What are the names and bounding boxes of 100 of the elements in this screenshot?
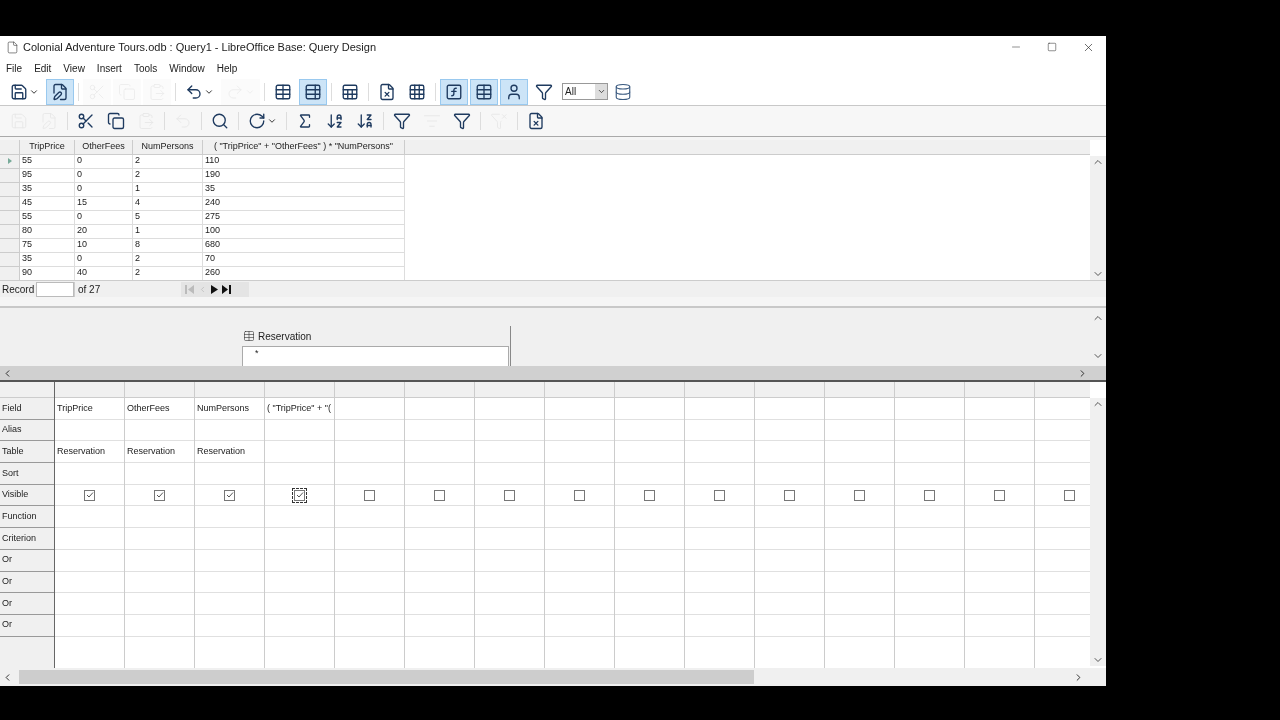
row-label[interactable]: Or: [0, 571, 54, 594]
table-cell: 55: [20, 210, 75, 225]
row-label[interactable]: Alias: [0, 419, 54, 442]
cut-icon: [77, 112, 95, 130]
checkbox[interactable]: [154, 489, 165, 501]
first-icon: [185, 284, 194, 294]
document-delete-icon: [527, 112, 545, 130]
table-cell: 95: [20, 168, 75, 183]
horizontal-scrollbar[interactable]: [0, 366, 1106, 380]
row-label[interactable]: Or: [0, 614, 54, 637]
toolbar-button[interactable]: [299, 78, 327, 105]
toolbar-button[interactable]: [500, 78, 528, 105]
save-icon: [10, 82, 28, 101]
toolbar-button[interactable]: [470, 78, 498, 105]
vertical-scrollbar[interactable]: [1090, 156, 1106, 280]
menu-item[interactable]: Edit: [34, 60, 52, 76]
last-icon: [222, 284, 231, 294]
field-cell[interactable]: TripPrice: [57, 401, 93, 416]
checkmark-icon: [85, 491, 94, 500]
checkmark-icon: [225, 491, 234, 500]
table-window[interactable]: Reservation *: [241, 326, 511, 366]
table-cell: 70: [203, 252, 405, 267]
row-label[interactable]: Visible: [0, 484, 54, 507]
row-label[interactable]: Table: [0, 441, 54, 464]
checkbox[interactable]: [994, 489, 1005, 501]
horizontal-scrollbar[interactable]: [0, 668, 1106, 686]
checkbox[interactable]: [854, 489, 865, 501]
table-cell: 1: [133, 224, 203, 239]
record-navigation[interactable]: [181, 281, 249, 297]
window-title: Colonial Adventure Tours.odb : Query1 - LibreOffice Base: Query Design: [23, 39, 376, 55]
checkbox[interactable]: [644, 489, 655, 501]
table-cell: 2: [133, 168, 203, 183]
table-edit-icon: [341, 82, 359, 101]
menu-item[interactable]: Window: [169, 60, 205, 76]
table-cell[interactable]: Reservation: [197, 444, 246, 459]
checkbox[interactable]: [434, 489, 445, 501]
table-cell: 35: [203, 182, 405, 197]
table-cell: 1: [133, 182, 203, 197]
checkbox[interactable]: [924, 489, 935, 501]
row-label[interactable]: Or: [0, 549, 54, 572]
table-cell: 240: [203, 196, 405, 211]
table-title: Reservation: [258, 329, 312, 344]
table-cell: 20: [75, 224, 133, 239]
limit-dropdown[interactable]: All: [562, 83, 608, 100]
document-delete-icon: [378, 82, 396, 101]
checkbox[interactable]: [84, 489, 95, 501]
checkbox[interactable]: [1064, 489, 1075, 501]
column-header[interactable]: NumPersons: [133, 140, 203, 154]
row-label[interactable]: Function: [0, 506, 54, 529]
field-cell[interactable]: ( "TripPrice" + "(: [267, 401, 331, 416]
toolbar-button[interactable]: [440, 78, 468, 105]
record-field[interactable]: [36, 281, 74, 297]
table-cell: 0: [75, 154, 133, 169]
row-label[interactable]: Sort: [0, 463, 54, 485]
current-row-icon: [8, 158, 12, 164]
row-label[interactable]: Criterion: [0, 528, 54, 550]
column-header[interactable]: TripPrice: [20, 140, 75, 154]
previous-icon: [198, 284, 207, 294]
table-cell: 55: [20, 154, 75, 169]
checkbox[interactable]: [364, 489, 375, 501]
checkbox[interactable]: [504, 489, 515, 501]
copy-icon: [107, 112, 125, 130]
sort-ascending-icon: [326, 112, 344, 130]
record-label: Record: [1, 282, 36, 297]
table-cell: 2: [133, 252, 203, 267]
table-cell[interactable]: Reservation: [57, 444, 106, 459]
checkbox[interactable]: [574, 489, 585, 501]
edit-icon: [51, 82, 69, 101]
table-cell: 45: [20, 196, 75, 211]
checkmark-icon: [295, 491, 304, 500]
column-header[interactable]: OtherFees: [75, 140, 133, 154]
checkbox[interactable]: [294, 489, 305, 501]
table-cell: 0: [75, 182, 133, 197]
row-label[interactable]: Or: [0, 593, 54, 615]
table-cell: 2: [133, 154, 203, 169]
menu-item[interactable]: Help: [216, 60, 238, 76]
caret-icon: [596, 87, 606, 96]
undo-icon: [185, 82, 203, 101]
checkbox[interactable]: [224, 489, 235, 501]
vertical-scrollbar[interactable]: [1090, 398, 1106, 666]
table-icon: [304, 82, 322, 101]
checkbox[interactable]: [714, 489, 725, 501]
table-cell[interactable]: Reservation: [127, 444, 176, 459]
table-cell: 80: [20, 224, 75, 239]
table-icon: [475, 82, 493, 101]
checkmark-icon: [155, 491, 164, 500]
menu-item[interactable]: Insert: [96, 60, 122, 76]
table-cell: 35: [20, 252, 75, 267]
menu-item[interactable]: View: [63, 60, 85, 76]
field-cell[interactable]: NumPersons: [197, 401, 250, 416]
menu-item[interactable]: Tools: [133, 60, 158, 76]
column-header[interactable]: ( "TripPrice" + "OtherFees" ) * "NumPersons": [203, 140, 405, 154]
row-label[interactable]: Field: [0, 398, 54, 420]
new-table-icon: [408, 82, 426, 101]
menu-item[interactable]: File: [6, 60, 23, 76]
field-cell[interactable]: OtherFees: [127, 401, 170, 416]
toolbar-button[interactable]: [46, 78, 74, 105]
table-icon: [243, 330, 255, 342]
checkbox[interactable]: [784, 489, 795, 501]
table-cell: 0: [75, 252, 133, 267]
